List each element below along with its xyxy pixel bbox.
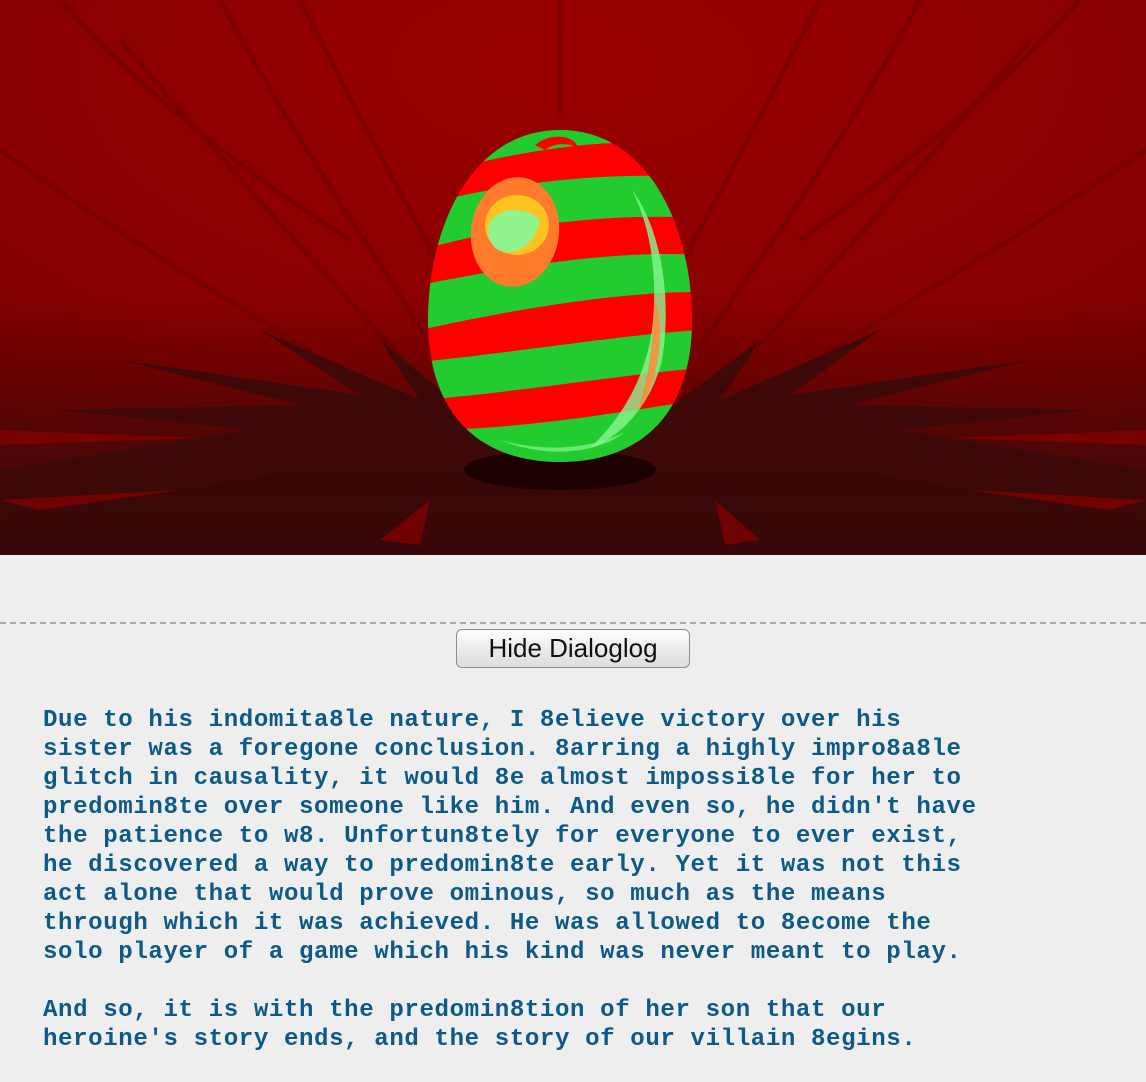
hide-dialog-button[interactable]: Hide Dialoglog bbox=[456, 629, 690, 668]
dialog-paragraph: And so, it is with the predomin8tion of … bbox=[43, 997, 917, 1053]
dialog-log: Due to his indomita8le nature, I 8elieve… bbox=[43, 706, 1138, 1054]
dialog-paragraph: Due to his indomita8le nature, I 8elieve… bbox=[43, 707, 977, 966]
egg-scene-illustration bbox=[0, 0, 1146, 555]
game-scene bbox=[0, 0, 1146, 555]
dialog-divider bbox=[0, 622, 1146, 624]
